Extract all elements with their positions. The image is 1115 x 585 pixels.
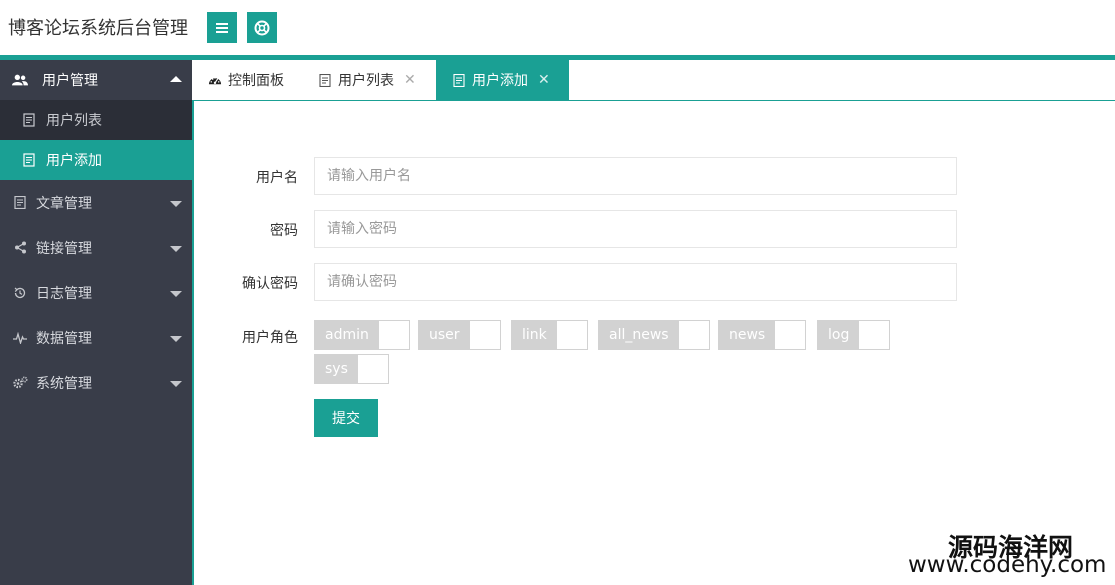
caret-down-icon [170,245,182,252]
role-switch-knob [775,321,806,349]
dashboard-icon [208,73,222,87]
caret-down-icon [170,380,182,387]
sidebar-group-label: 数据管理 [36,330,92,347]
role-switch-knob [469,321,500,349]
sidebar-item-label: 用户添加 [46,153,102,169]
role-switch-knob [556,321,587,349]
role-switch-label: link [512,321,557,349]
sidebar-subnav-users: 用户列表 用户添加 [0,100,192,180]
role-switch-label: all_news [599,321,679,349]
lifebuoy-icon [254,20,270,35]
user-add-form: 用户名 密码 确认密码 用户角色 admin user link all_new… [194,101,1115,585]
role-switch-knob [357,355,388,383]
sidebar-group-label: 日志管理 [36,285,92,302]
sidebar-group-label: 系统管理 [36,375,92,392]
tab-label: 控制面板 [228,73,284,89]
menu-icon [216,22,228,33]
role-switch-user[interactable]: user [418,320,501,350]
sidebar-group-system[interactable]: 系统管理 [0,360,192,405]
role-switch-sys[interactable]: sys [314,354,389,384]
caret-down-icon [170,200,182,207]
caret-down-icon [170,290,182,297]
role-switch-label: user [419,321,470,349]
sidebar-item-user-add[interactable]: 用户添加 [0,140,192,180]
confirm-password-input[interactable] [314,263,957,301]
role-switch-label: sys [315,355,358,383]
close-icon[interactable]: ✕ [538,72,550,88]
sidebar-group-label: 用户管理 [42,73,98,89]
users-icon [12,72,28,88]
role-switch-news[interactable]: news [718,320,807,350]
tab-label: 用户列表 [338,73,394,89]
sidebar-group-label: 链接管理 [36,240,92,257]
username-input[interactable] [314,157,957,195]
role-switch-log[interactable]: log [817,320,891,350]
tab-dashboard[interactable]: 控制面板 [208,60,284,100]
sidebar: 用户管理 用户列表 用户添加 文章管理 链接管理 日志管理 数据管理 系统管理 [0,60,192,585]
share-icon [12,240,28,256]
sidebar-group-articles[interactable]: 文章管理 [0,180,192,225]
sidebar-group-logs[interactable]: 日志管理 [0,270,192,315]
role-switch-admin[interactable]: admin [314,320,410,350]
document-icon [12,195,28,211]
role-switch-all-news[interactable]: all_news [598,320,710,350]
tab-user-list[interactable]: 用户列表 ✕ [318,60,416,100]
sidebar-group-links[interactable]: 链接管理 [0,225,192,270]
password-label: 密码 [270,223,298,239]
role-switch-knob [678,321,709,349]
role-switch-knob [378,321,409,349]
help-button[interactable] [247,12,277,43]
sidebar-group-data[interactable]: 数据管理 [0,315,192,360]
role-switch-label: news [719,321,776,349]
pulse-icon [12,330,28,346]
sidebar-group-users[interactable]: 用户管理 [0,60,192,100]
username-label: 用户名 [256,170,298,186]
gears-icon [12,375,28,391]
history-icon [12,285,28,301]
document-icon [23,153,35,167]
watermark-url: www.codehy.com [908,552,1107,578]
tab-label: 用户添加 [472,73,528,89]
password-input[interactable] [314,210,957,248]
submit-button[interactable]: 提交 [314,399,378,437]
user-roles-label: 用户角色 [242,330,298,346]
document-icon [452,73,466,87]
document-icon [318,73,332,87]
tab-user-add[interactable]: 用户添加 ✕ [436,60,569,100]
sidebar-group-label: 文章管理 [36,195,92,212]
close-icon[interactable]: ✕ [404,72,416,88]
sidebar-item-label: 用户列表 [46,113,102,129]
menu-toggle-button[interactable] [207,12,237,43]
sidebar-item-user-list[interactable]: 用户列表 [0,100,192,140]
role-switch-link[interactable]: link [511,320,588,350]
app-title: 博客论坛系统后台管理 [8,18,188,39]
caret-up-icon [170,76,182,82]
role-switch-label: admin [315,321,379,349]
confirm-password-label: 确认密码 [242,276,298,292]
document-icon [23,113,35,127]
tab-bar: 控制面板 用户列表 ✕ 用户添加 ✕ [192,60,1115,101]
caret-down-icon [170,335,182,342]
role-switch-label: log [818,321,860,349]
app-header: 博客论坛系统后台管理 [0,0,1115,56]
role-switch-knob [859,321,890,349]
